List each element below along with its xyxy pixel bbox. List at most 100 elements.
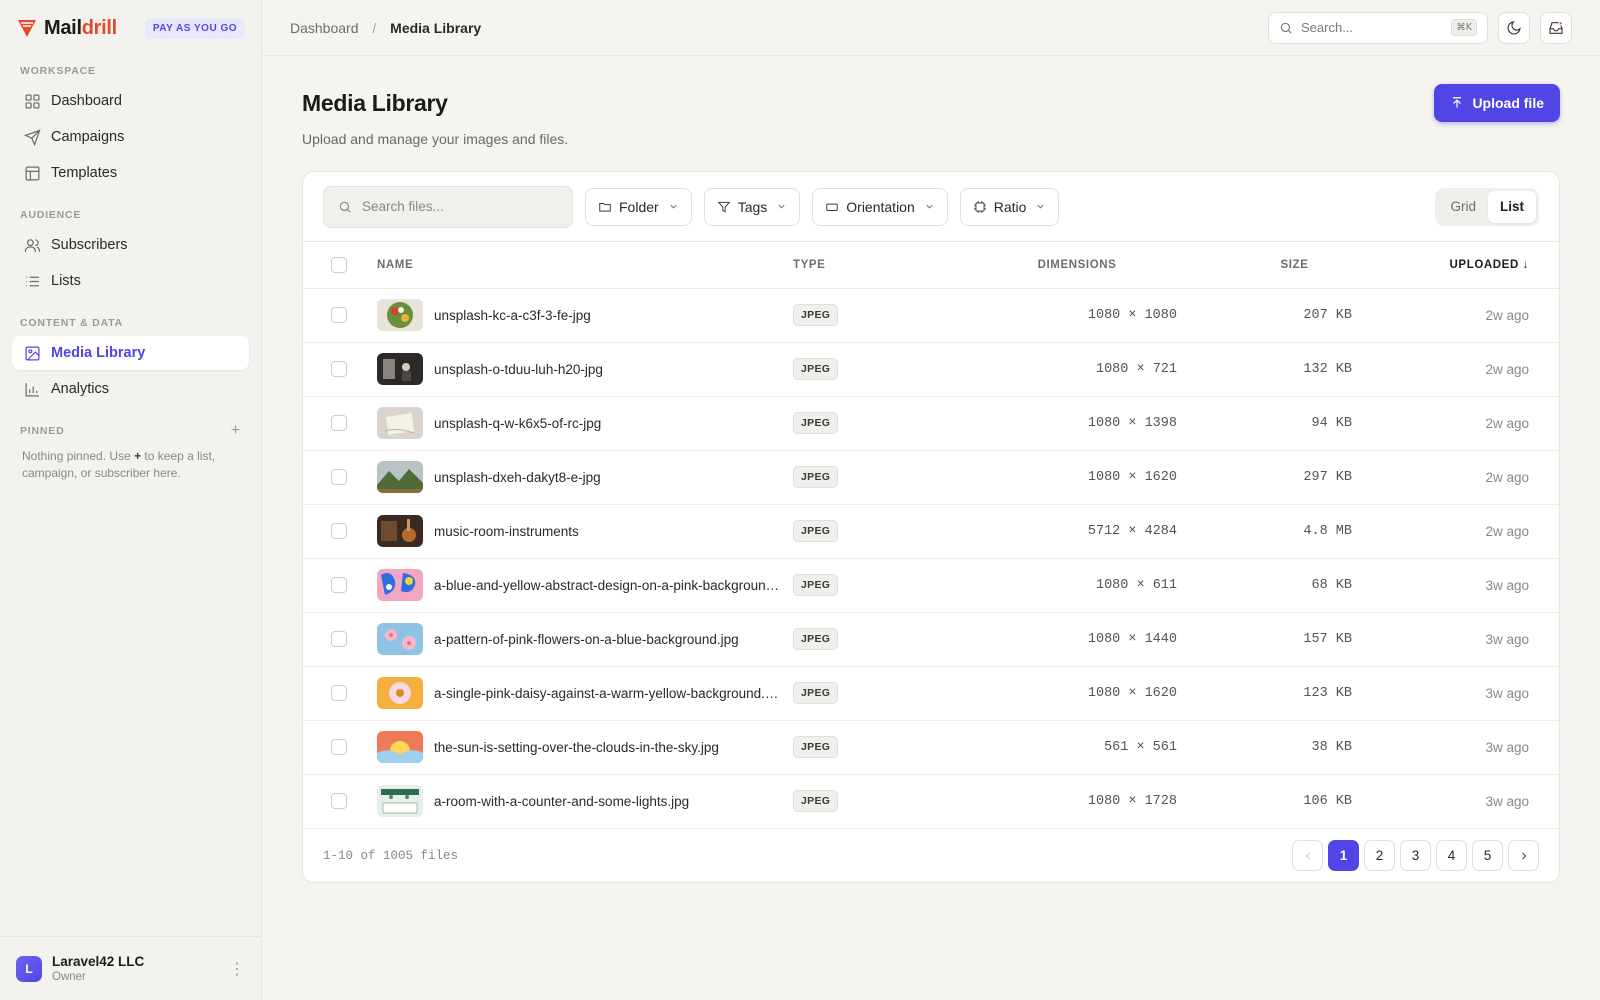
page-button-4[interactable]: 4 bbox=[1436, 840, 1467, 871]
file-uploaded: 3w ago bbox=[1352, 774, 1559, 829]
row-checkbox[interactable] bbox=[331, 469, 347, 486]
upload-file-button[interactable]: Upload file bbox=[1434, 84, 1560, 122]
row-checkbox[interactable] bbox=[331, 631, 347, 648]
next-page-button[interactable] bbox=[1508, 840, 1539, 871]
table-row[interactable]: unsplash-o-tduu-luh-h20-jpg JPEG 1080 × 72… bbox=[303, 342, 1559, 397]
file-name[interactable]: the-sun-is-setting-over-the-clouds-in-th… bbox=[434, 740, 719, 755]
sidebar-item-lists[interactable]: Lists bbox=[12, 264, 249, 298]
row-select-cell bbox=[303, 666, 377, 721]
account-switcher[interactable]: L Laravel42 LLC Owner ⋮ bbox=[0, 936, 261, 1000]
file-name[interactable]: unsplash-kc-a-c3f-3-fe-jpg bbox=[434, 308, 591, 323]
file-name[interactable]: a-blue-and-yellow-abstract-design-on-a-p… bbox=[434, 578, 780, 593]
row-checkbox[interactable] bbox=[331, 577, 347, 594]
theme-toggle-button[interactable] bbox=[1498, 11, 1530, 44]
sidebar-item-label: Templates bbox=[51, 165, 118, 181]
sidebar-item-templates[interactable]: Templates bbox=[12, 156, 249, 190]
sidebar-item-dashboard[interactable]: Dashboard bbox=[12, 84, 249, 118]
add-pinned-button[interactable]: + bbox=[231, 422, 241, 440]
view-grid-button[interactable]: Grid bbox=[1438, 191, 1488, 223]
sidebar-item-media-library[interactable]: Media Library bbox=[12, 336, 249, 370]
tags-filter[interactable]: Tags bbox=[703, 187, 801, 226]
file-size: 94 KB bbox=[1177, 396, 1352, 451]
row-checkbox[interactable] bbox=[331, 523, 347, 540]
select-all-checkbox[interactable] bbox=[331, 256, 347, 273]
page-button-5[interactable]: 5 bbox=[1472, 840, 1503, 871]
sidebar-item-analytics[interactable]: Analytics bbox=[12, 372, 249, 406]
file-thumbnail[interactable] bbox=[377, 353, 423, 385]
type-cell: JPEG bbox=[787, 612, 977, 667]
file-thumbnail[interactable] bbox=[377, 569, 423, 601]
file-dimensions: 1080 × 1620 bbox=[977, 666, 1177, 721]
plan-badge[interactable]: PAY AS YOU GO bbox=[144, 17, 245, 39]
table-row[interactable]: unsplash-q-w-k6x5-of-rc-jpg JPEG 1080 × 13… bbox=[303, 396, 1559, 451]
file-name[interactable]: a-room-with-a-counter-and-some-lights.jp… bbox=[434, 794, 689, 809]
logo-text[interactable]: Maildrill bbox=[44, 17, 117, 40]
row-checkbox[interactable] bbox=[331, 307, 347, 324]
view-list-button[interactable]: List bbox=[1487, 190, 1536, 223]
nav-section-workspace: WORKSPACE Dashboard Campaigns Templates bbox=[0, 60, 261, 190]
breadcrumb-dashboard[interactable]: Dashboard bbox=[290, 20, 359, 36]
ratio-filter[interactable]: Ratio bbox=[959, 187, 1060, 226]
sidebar-item-subscribers[interactable]: Subscribers bbox=[12, 228, 249, 262]
column-header-size[interactable]: SIZE bbox=[1177, 242, 1352, 289]
file-thumbnail[interactable] bbox=[377, 515, 423, 547]
table-row[interactable]: the-sun-is-setting-over-the-clouds-in-th… bbox=[303, 720, 1559, 775]
table-row[interactable]: music-room-instruments JPEG 5712 × 4284 4.8… bbox=[303, 504, 1559, 559]
file-thumbnail[interactable] bbox=[377, 407, 423, 439]
file-thumbnail[interactable] bbox=[377, 785, 423, 817]
org-name: Laravel42 LLC bbox=[52, 954, 145, 969]
file-name[interactable]: unsplash-q-w-k6x5-of-rc-jpg bbox=[434, 416, 601, 431]
file-thumbnail[interactable] bbox=[377, 677, 423, 709]
file-name[interactable]: music-room-instruments bbox=[434, 524, 579, 539]
page-button-2[interactable]: 2 bbox=[1364, 840, 1395, 871]
file-uploaded: 3w ago bbox=[1352, 720, 1559, 775]
global-search-input[interactable]: Search... ⌘K bbox=[1268, 11, 1488, 44]
column-header-uploaded[interactable]: UPLOADED ↓ bbox=[1352, 242, 1559, 289]
page-button-3[interactable]: 3 bbox=[1400, 840, 1431, 871]
table-row[interactable]: a-room-with-a-counter-and-some-lights.jp… bbox=[303, 774, 1559, 829]
row-checkbox[interactable] bbox=[331, 685, 347, 702]
orientation-filter[interactable]: Orientation bbox=[812, 187, 948, 226]
column-header-dimensions[interactable]: DIMENSIONS bbox=[977, 242, 1177, 289]
file-name[interactable]: unsplash-o-tduu-luh-h20-jpg bbox=[434, 362, 603, 377]
table-row[interactable]: a-pattern-of-pink-flowers-on-a-blue-back… bbox=[303, 612, 1559, 667]
table-row[interactable]: a-blue-and-yellow-abstract-design-on-a-p… bbox=[303, 558, 1559, 613]
file-dimensions: 5712 × 4284 bbox=[977, 504, 1177, 559]
table-row[interactable]: a-single-pink-daisy-against-a-warm-yello… bbox=[303, 666, 1559, 721]
breadcrumb-separator: / bbox=[372, 19, 377, 36]
inbox-button[interactable] bbox=[1540, 11, 1572, 44]
filter-label: Folder bbox=[619, 198, 659, 215]
breadcrumb-current: Media Library bbox=[390, 19, 482, 36]
row-checkbox[interactable] bbox=[331, 361, 347, 378]
table-toolbar: Search files... Folder Tags Orientation bbox=[303, 172, 1559, 242]
file-name[interactable]: unsplash-dxeh-dakyt8-e-jpg bbox=[434, 470, 601, 485]
file-thumbnail[interactable] bbox=[377, 731, 423, 763]
type-cell: JPEG bbox=[787, 450, 977, 505]
row-checkbox[interactable] bbox=[331, 793, 347, 810]
file-search-input[interactable]: Search files... bbox=[323, 185, 573, 228]
file-thumbnail[interactable] bbox=[377, 299, 423, 331]
nav-section-content: CONTENT & DATA Media Library Analytics bbox=[0, 312, 261, 406]
column-header-type[interactable]: TYPE bbox=[787, 242, 977, 289]
section-label-pinned: PINNED + bbox=[12, 420, 249, 442]
sidebar-item-campaigns[interactable]: Campaigns bbox=[12, 120, 249, 154]
filter-label: Orientation bbox=[846, 198, 915, 215]
file-type-badge: JPEG bbox=[793, 628, 839, 650]
filter-label: Ratio bbox=[993, 198, 1027, 215]
file-thumbnail[interactable] bbox=[377, 461, 423, 493]
file-name[interactable]: a-pattern-of-pink-flowers-on-a-blue-back… bbox=[434, 632, 739, 647]
prev-page-button[interactable] bbox=[1292, 840, 1323, 871]
name-cell: unsplash-q-w-k6x5-of-rc-jpg bbox=[377, 396, 787, 451]
row-checkbox[interactable] bbox=[331, 739, 347, 756]
sidebar-item-label: Lists bbox=[51, 273, 81, 289]
file-thumbnail[interactable] bbox=[377, 623, 423, 655]
page-button-1[interactable]: 1 bbox=[1328, 840, 1359, 871]
row-checkbox[interactable] bbox=[331, 415, 347, 432]
table-row[interactable]: unsplash-kc-a-c3f-3-fe-jpg JPEG 1080 × 108… bbox=[303, 288, 1559, 343]
table-row[interactable]: unsplash-dxeh-dakyt8-e-jpg JPEG 1080 × 162… bbox=[303, 450, 1559, 505]
page-subtitle: Upload and manage your images and files. bbox=[302, 131, 569, 147]
column-header-name[interactable]: NAME bbox=[377, 242, 787, 289]
file-name[interactable]: a-single-pink-daisy-against-a-warm-yello… bbox=[434, 686, 780, 701]
more-vertical-icon[interactable]: ⋮ bbox=[229, 959, 245, 979]
folder-filter[interactable]: Folder bbox=[585, 187, 692, 226]
